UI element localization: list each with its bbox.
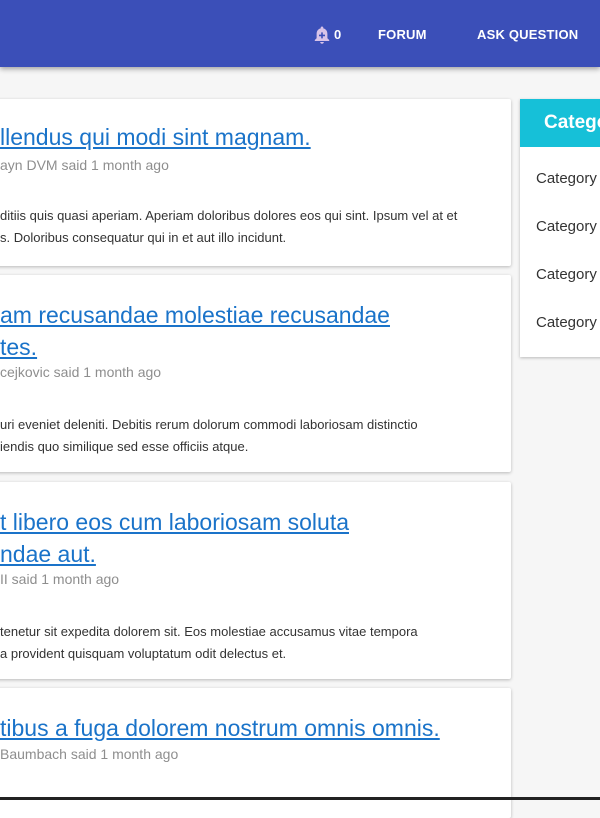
excerpt-line: ditiis quis quasi aperiam. Aperiam dolor… <box>0 208 458 223</box>
excerpt-line: iendis quo similique sed esse officiis a… <box>0 439 249 454</box>
categories-header: Catego <box>520 99 600 147</box>
post-meta: II said 1 month ago <box>0 571 120 587</box>
post-title-link[interactable]: llendus qui modi sint magnam. <box>0 121 511 153</box>
post-title-link[interactable]: am recusandae molestiae recusandae tes. <box>0 299 511 363</box>
post-meta: cejkovic said 1 month ago <box>0 364 162 380</box>
categories-title: Catego <box>544 112 600 133</box>
post-card: llendus qui modi sint magnam. ayn DVM sa… <box>0 99 511 266</box>
post-title-line: am recusandae molestiae recusandae <box>0 302 390 328</box>
post-excerpt: uri eveniet deleniti. Debitis rerum dolo… <box>0 414 511 458</box>
category-link[interactable]: Category <box>536 218 597 235</box>
post-meta: Baumbach said 1 month ago <box>0 746 179 762</box>
category-link[interactable]: Category <box>536 266 597 283</box>
post-excerpt: tenetur sit expedita dolorem sit. Eos mo… <box>0 621 511 665</box>
post-meta: ayn DVM said 1 month ago <box>0 157 169 173</box>
bell-icon[interactable] <box>312 25 332 45</box>
excerpt-line: uri eveniet deleniti. Debitis rerum dolo… <box>0 417 418 432</box>
post-title-link[interactable]: t libero eos cum laboriosam soluta ndae … <box>0 506 511 570</box>
post-excerpt: ditiis quis quasi aperiam. Aperiam dolor… <box>0 205 511 249</box>
post-card: t libero eos cum laboriosam soluta ndae … <box>0 482 511 679</box>
categories-panel: Catego Category Category Category Catego… <box>520 99 600 357</box>
forum-link[interactable]: FORUM <box>378 27 427 42</box>
top-navbar: 0 FORUM ASK QUESTION <box>0 0 600 67</box>
excerpt-line: s. Doloribus consequatur qui in et aut i… <box>0 230 287 245</box>
post-title-line: ndae aut. <box>0 541 96 567</box>
category-link[interactable]: Category <box>536 314 597 331</box>
excerpt-line: tenetur sit expedita dolorem sit. Eos mo… <box>0 624 418 639</box>
post-title-line: t libero eos cum laboriosam soluta <box>0 509 349 535</box>
category-link[interactable]: Category <box>536 170 597 187</box>
notification-count: 0 <box>334 27 342 42</box>
post-title-line: tes. <box>0 334 38 360</box>
excerpt-line: a provident quisquam voluptatum odit del… <box>0 646 287 661</box>
post-card: am recusandae molestiae recusandae tes. … <box>0 275 511 472</box>
ask-question-link[interactable]: ASK QUESTION <box>477 27 578 42</box>
post-title-line: tibus a fuga dolorem nostrum omnis omnis… <box>0 715 440 741</box>
post-title-line: llendus qui modi sint magnam. <box>0 124 311 150</box>
post-title-link[interactable]: tibus a fuga dolorem nostrum omnis omnis… <box>0 712 511 744</box>
